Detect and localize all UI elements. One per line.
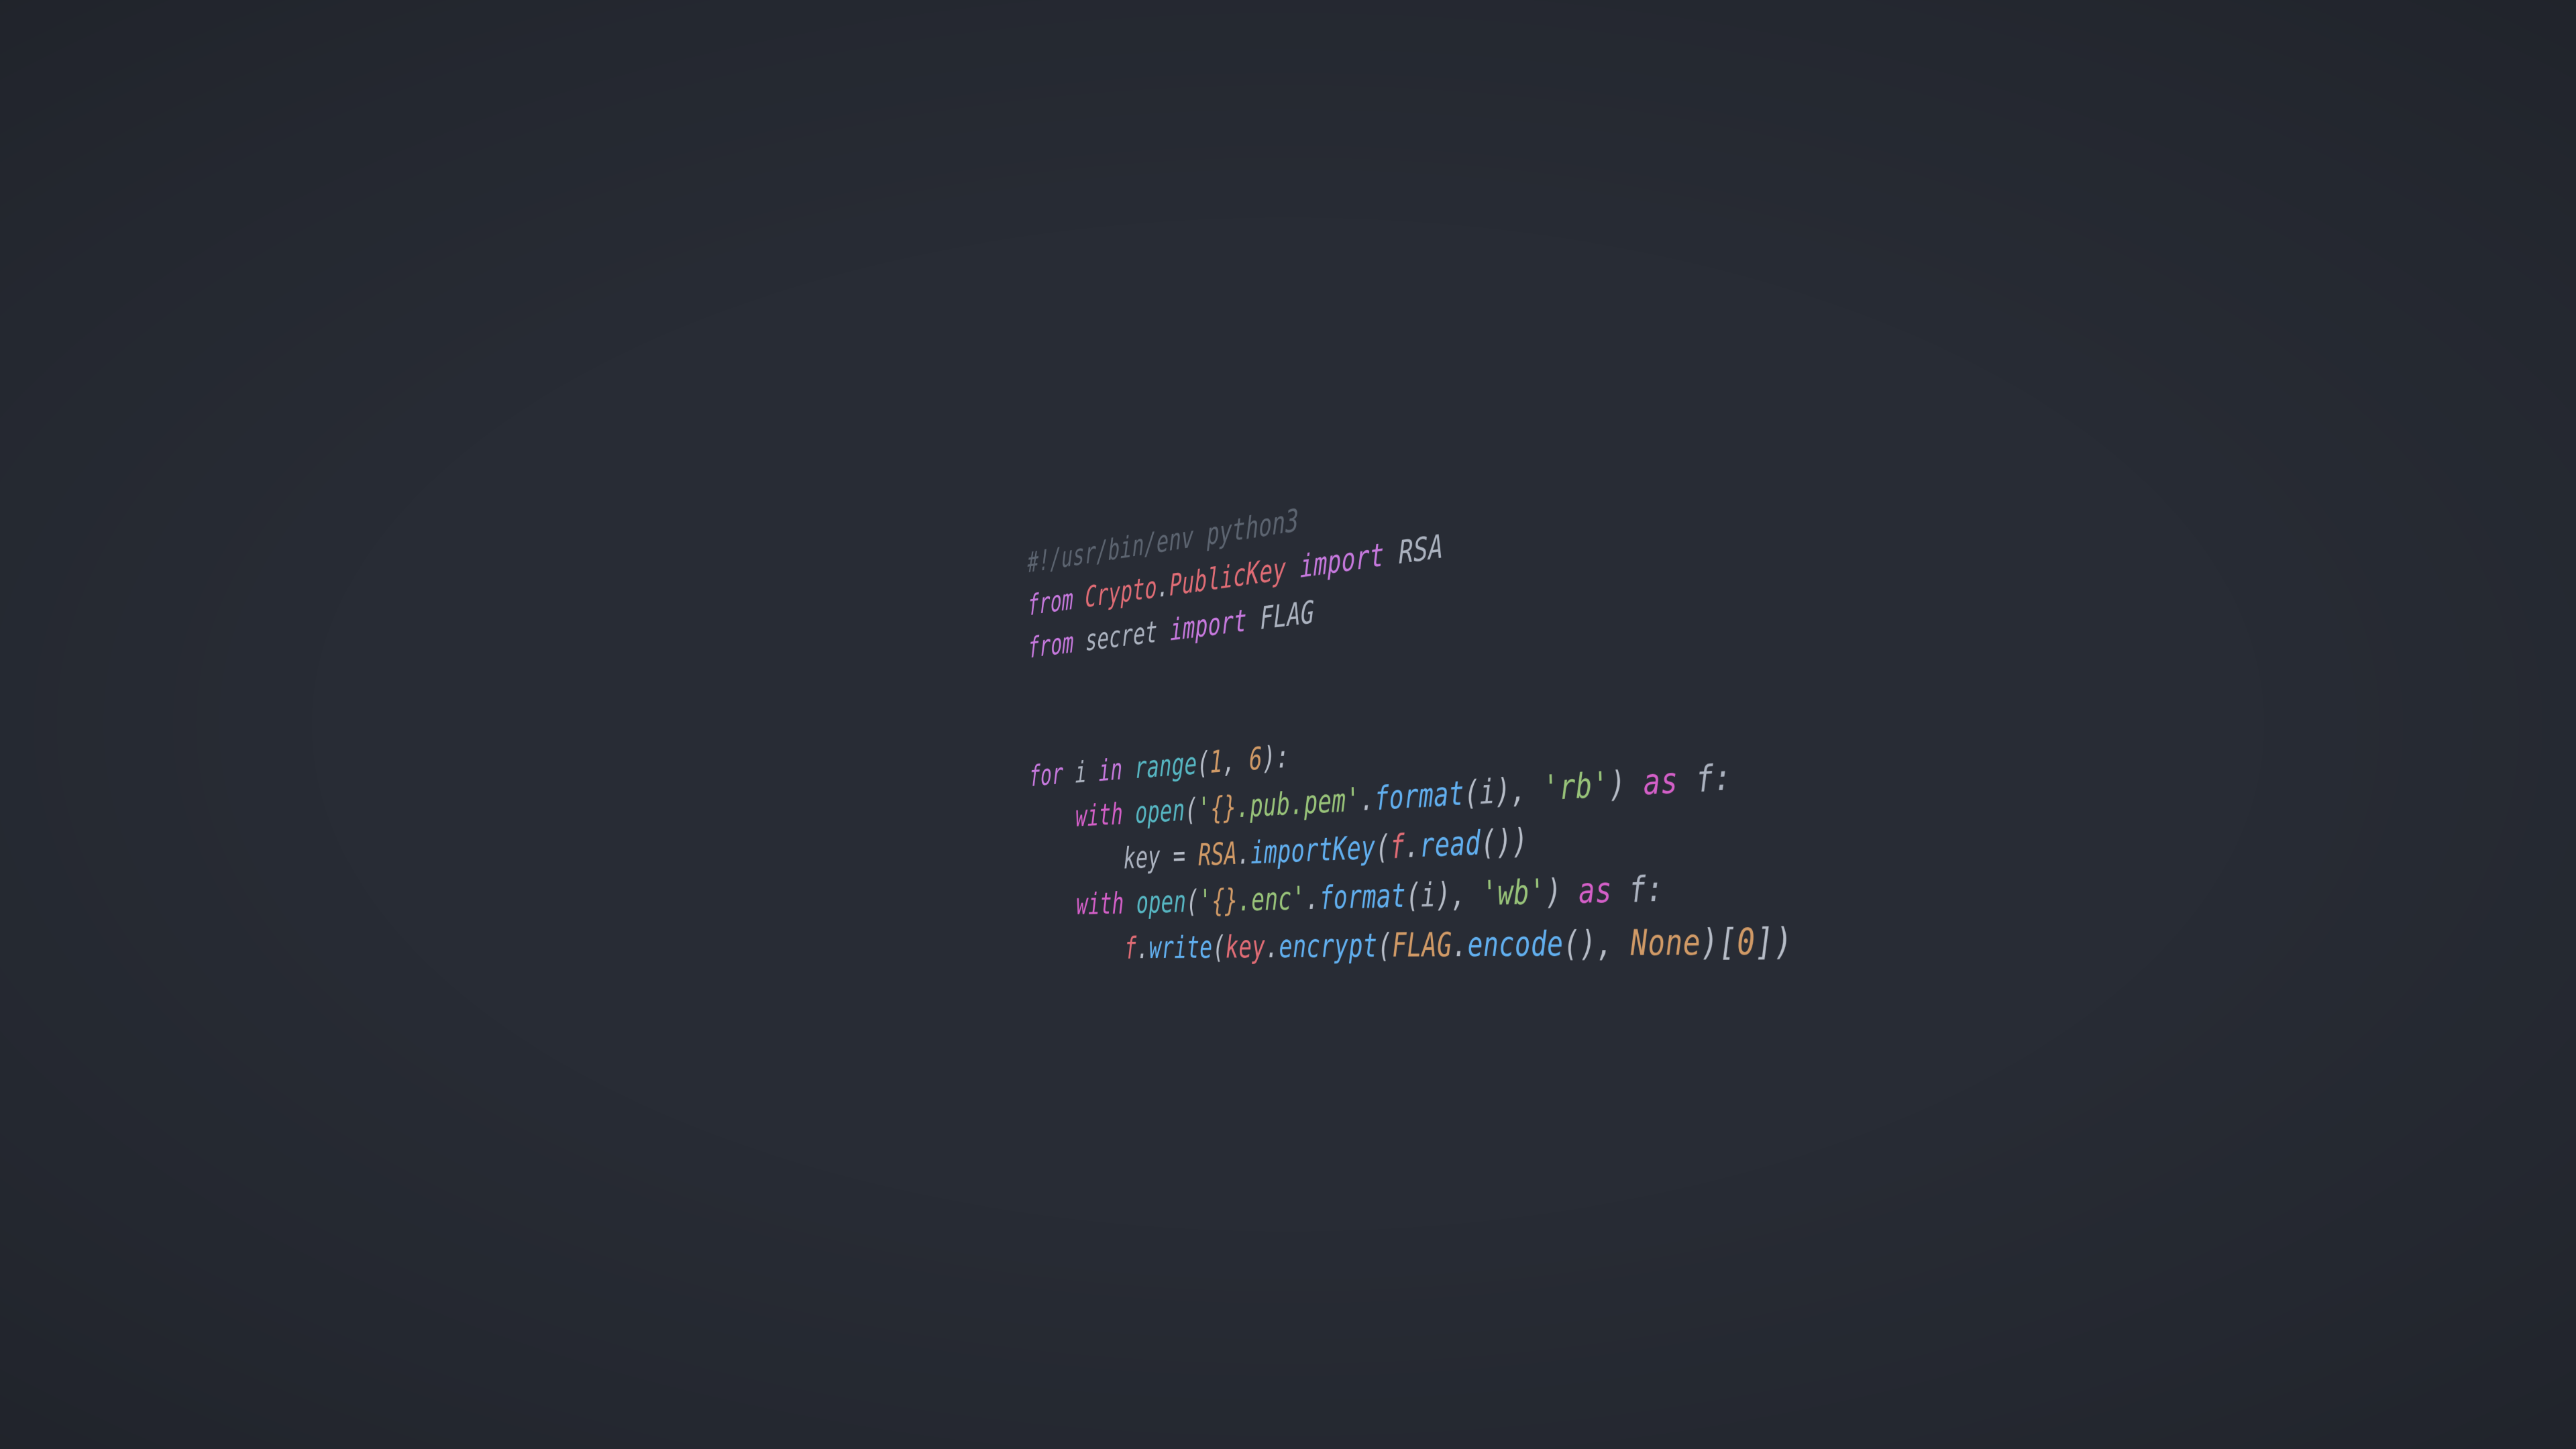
code-token-string: ' [1197, 790, 1211, 827]
code-token-punctuation: . [1305, 879, 1320, 917]
code-token-punctuation: ( [1405, 875, 1421, 915]
code-token-punctuation: )[ [1700, 920, 1738, 964]
code-token-string: 'rb' [1542, 763, 1610, 808]
code-token-punctuation: ( [1185, 791, 1198, 828]
code-token-punctuation: . [1404, 826, 1420, 865]
code-token-punctuation: ): [1262, 737, 1290, 777]
code-token-plain: i [1479, 771, 1496, 812]
code-token-builtin: range [1134, 745, 1197, 786]
code-token-punctuation: ( [1185, 883, 1199, 920]
code-token-string: .pub.pem' [1236, 780, 1361, 825]
code-token-punctuation: . [1265, 928, 1279, 965]
code-token-punctuation: . [1451, 924, 1468, 965]
code-token-keyword: in [1098, 751, 1123, 788]
code-token-number: 6 [1248, 740, 1263, 777]
code-token-punctuation: . [1236, 834, 1251, 871]
code-token-punctuation: ( [1212, 928, 1226, 965]
code-token-function: format [1374, 773, 1465, 818]
code-token-keyword-alt: with [1075, 796, 1124, 834]
code-block: #!/usr/bin/env python3 from Crypto.Public… [1027, 329, 2338, 971]
code-token-punctuation: ()) [1480, 820, 1529, 863]
code-token-function: importKey [1250, 828, 1377, 871]
code-token-string: .enc' [1238, 879, 1306, 918]
perspective-container: #!/usr/bin/env python3 from Crypto.Public… [0, 0, 2576, 1449]
code-token-punctuation: ), [1495, 768, 1544, 811]
code-token-keyword: for [1029, 756, 1064, 793]
code-token-constant: FLAG [1391, 924, 1453, 965]
code-token-builtin: open [1134, 792, 1185, 830]
code-token-keyword: import [1169, 602, 1248, 648]
code-token-punctuation: ( [1375, 827, 1391, 867]
code-token-plain: i [1420, 875, 1436, 915]
code-token-plain: key [1123, 839, 1161, 876]
code-token-punctuation: ( [1197, 744, 1210, 782]
code-token-punctuation: ( [1377, 926, 1393, 965]
code-token-variable: f [1124, 930, 1137, 966]
code-token-function: write [1148, 928, 1213, 965]
code-token-number: 0 [1736, 920, 1756, 963]
code-token-variable: f [1389, 826, 1405, 866]
code-token-variable: key [1225, 928, 1266, 965]
code-token-string: ' [1198, 882, 1212, 919]
wallpaper-canvas: #!/usr/bin/env python3 from Crypto.Public… [0, 0, 2576, 1449]
code-token-punctuation: (), [1562, 922, 1631, 964]
code-token-constant: None [1629, 920, 1702, 964]
code-token-keyword-alt: with [1076, 885, 1124, 922]
code-token-class-name: Crypto [1085, 570, 1158, 614]
code-token-plain: f: [1628, 867, 1664, 910]
code-token-keyword: from [1027, 582, 1074, 622]
code-token-number: 1 [1210, 743, 1224, 780]
code-token-plain: f: [1695, 755, 1733, 800]
code-token-punctuation: . [1360, 779, 1375, 818]
code-token-punctuation: , [1222, 741, 1250, 780]
code-token-function: encrypt [1279, 926, 1378, 965]
code-token-function: read [1419, 822, 1481, 865]
code-token-keyword-alt: as [1578, 869, 1613, 912]
code-token-punctuation: ( [1463, 772, 1481, 813]
code-token-keyword: import [1299, 535, 1385, 585]
code-token-punctuation: ) [1545, 871, 1563, 912]
code-token-punctuation: ) [1608, 763, 1627, 805]
code-token-plain: i [1075, 754, 1087, 790]
code-token-punctuation: . [1136, 930, 1150, 965]
code-token-punctuation: ), [1435, 873, 1483, 914]
code-token-function: format [1319, 876, 1407, 917]
code-token-punctuation: . [1157, 568, 1170, 604]
code-token-punctuation: ]) [1754, 919, 1794, 963]
code-token-string: 'wb' [1481, 871, 1546, 914]
code-token-punctuation: = [1160, 837, 1199, 875]
code-token-format-brace: {} [1212, 881, 1238, 919]
code-token-builtin: open [1136, 883, 1187, 920]
code-token-format-brace: {} [1210, 788, 1237, 826]
code-token-plain: FLAG [1260, 593, 1315, 637]
code-token-constant: RSA [1197, 835, 1238, 873]
code-token-keyword-alt: as [1642, 759, 1679, 803]
code-token-keyword: from [1028, 625, 1074, 665]
code-token-function: encode [1466, 923, 1564, 965]
code-token-plain: secret [1085, 614, 1158, 658]
code-token-plain: RSA [1398, 527, 1444, 572]
